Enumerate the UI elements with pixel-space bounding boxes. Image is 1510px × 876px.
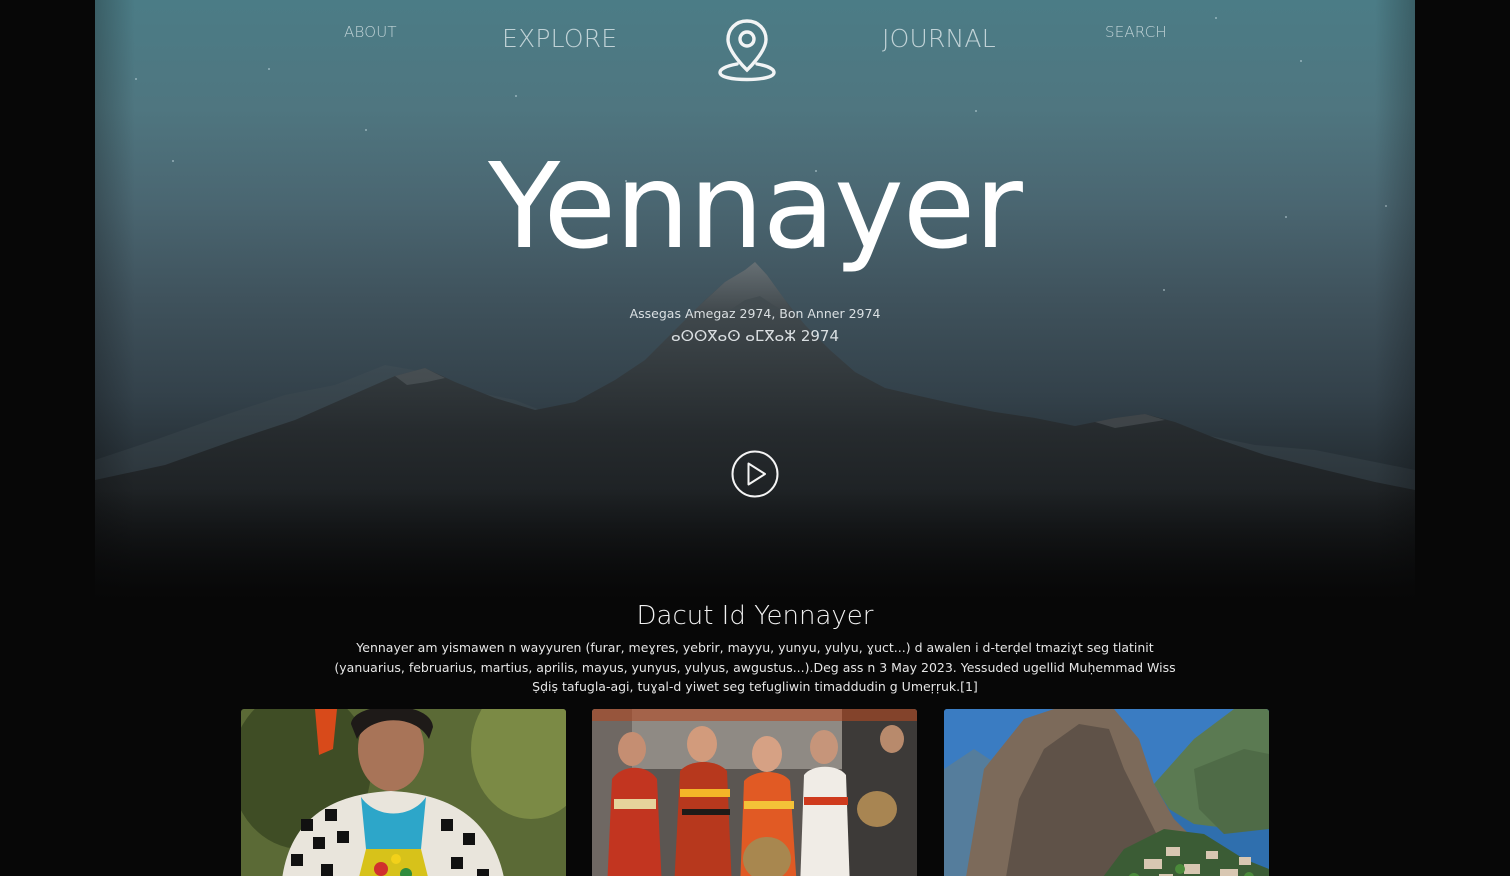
card-image (592, 709, 917, 876)
hero-bottom-fade (95, 490, 1415, 600)
hero-subtitle: Assegas Amegaz 2974, Bon Anner 2974 (629, 306, 881, 321)
gallery-card-mountain-village[interactable] (944, 709, 1269, 876)
page: ABOUT EXPLORE JOURNAL SEARCH Yennayer As… (0, 0, 1510, 876)
section-title: Dacut Id Yennayer (636, 601, 874, 631)
hero-banner (95, 0, 1415, 600)
section-body: Yennayer am yismawen n wayyuren (furar, … (334, 640, 1176, 694)
nav-journal-link[interactable]: JOURNAL (882, 24, 996, 53)
hero-tifinagh-subtitle: ⴰⵙⵙⴳⴰⵙ ⴰⵎⴳⴰⵣ 2974 (670, 327, 840, 345)
nav-about-link[interactable]: ABOUT (344, 23, 397, 41)
gallery-card-festival-parade[interactable] (592, 709, 917, 876)
hero-title: Yennayer (488, 137, 1023, 275)
nav-search-link[interactable]: SEARCH (1105, 23, 1167, 41)
card-image (944, 709, 1269, 876)
gallery-card-woman-traditional-dress[interactable] (241, 709, 566, 876)
map-pin-icon[interactable] (716, 18, 778, 82)
nav-explore-link[interactable]: EXPLORE (502, 24, 617, 53)
play-icon[interactable] (731, 450, 779, 498)
card-image (241, 709, 566, 876)
